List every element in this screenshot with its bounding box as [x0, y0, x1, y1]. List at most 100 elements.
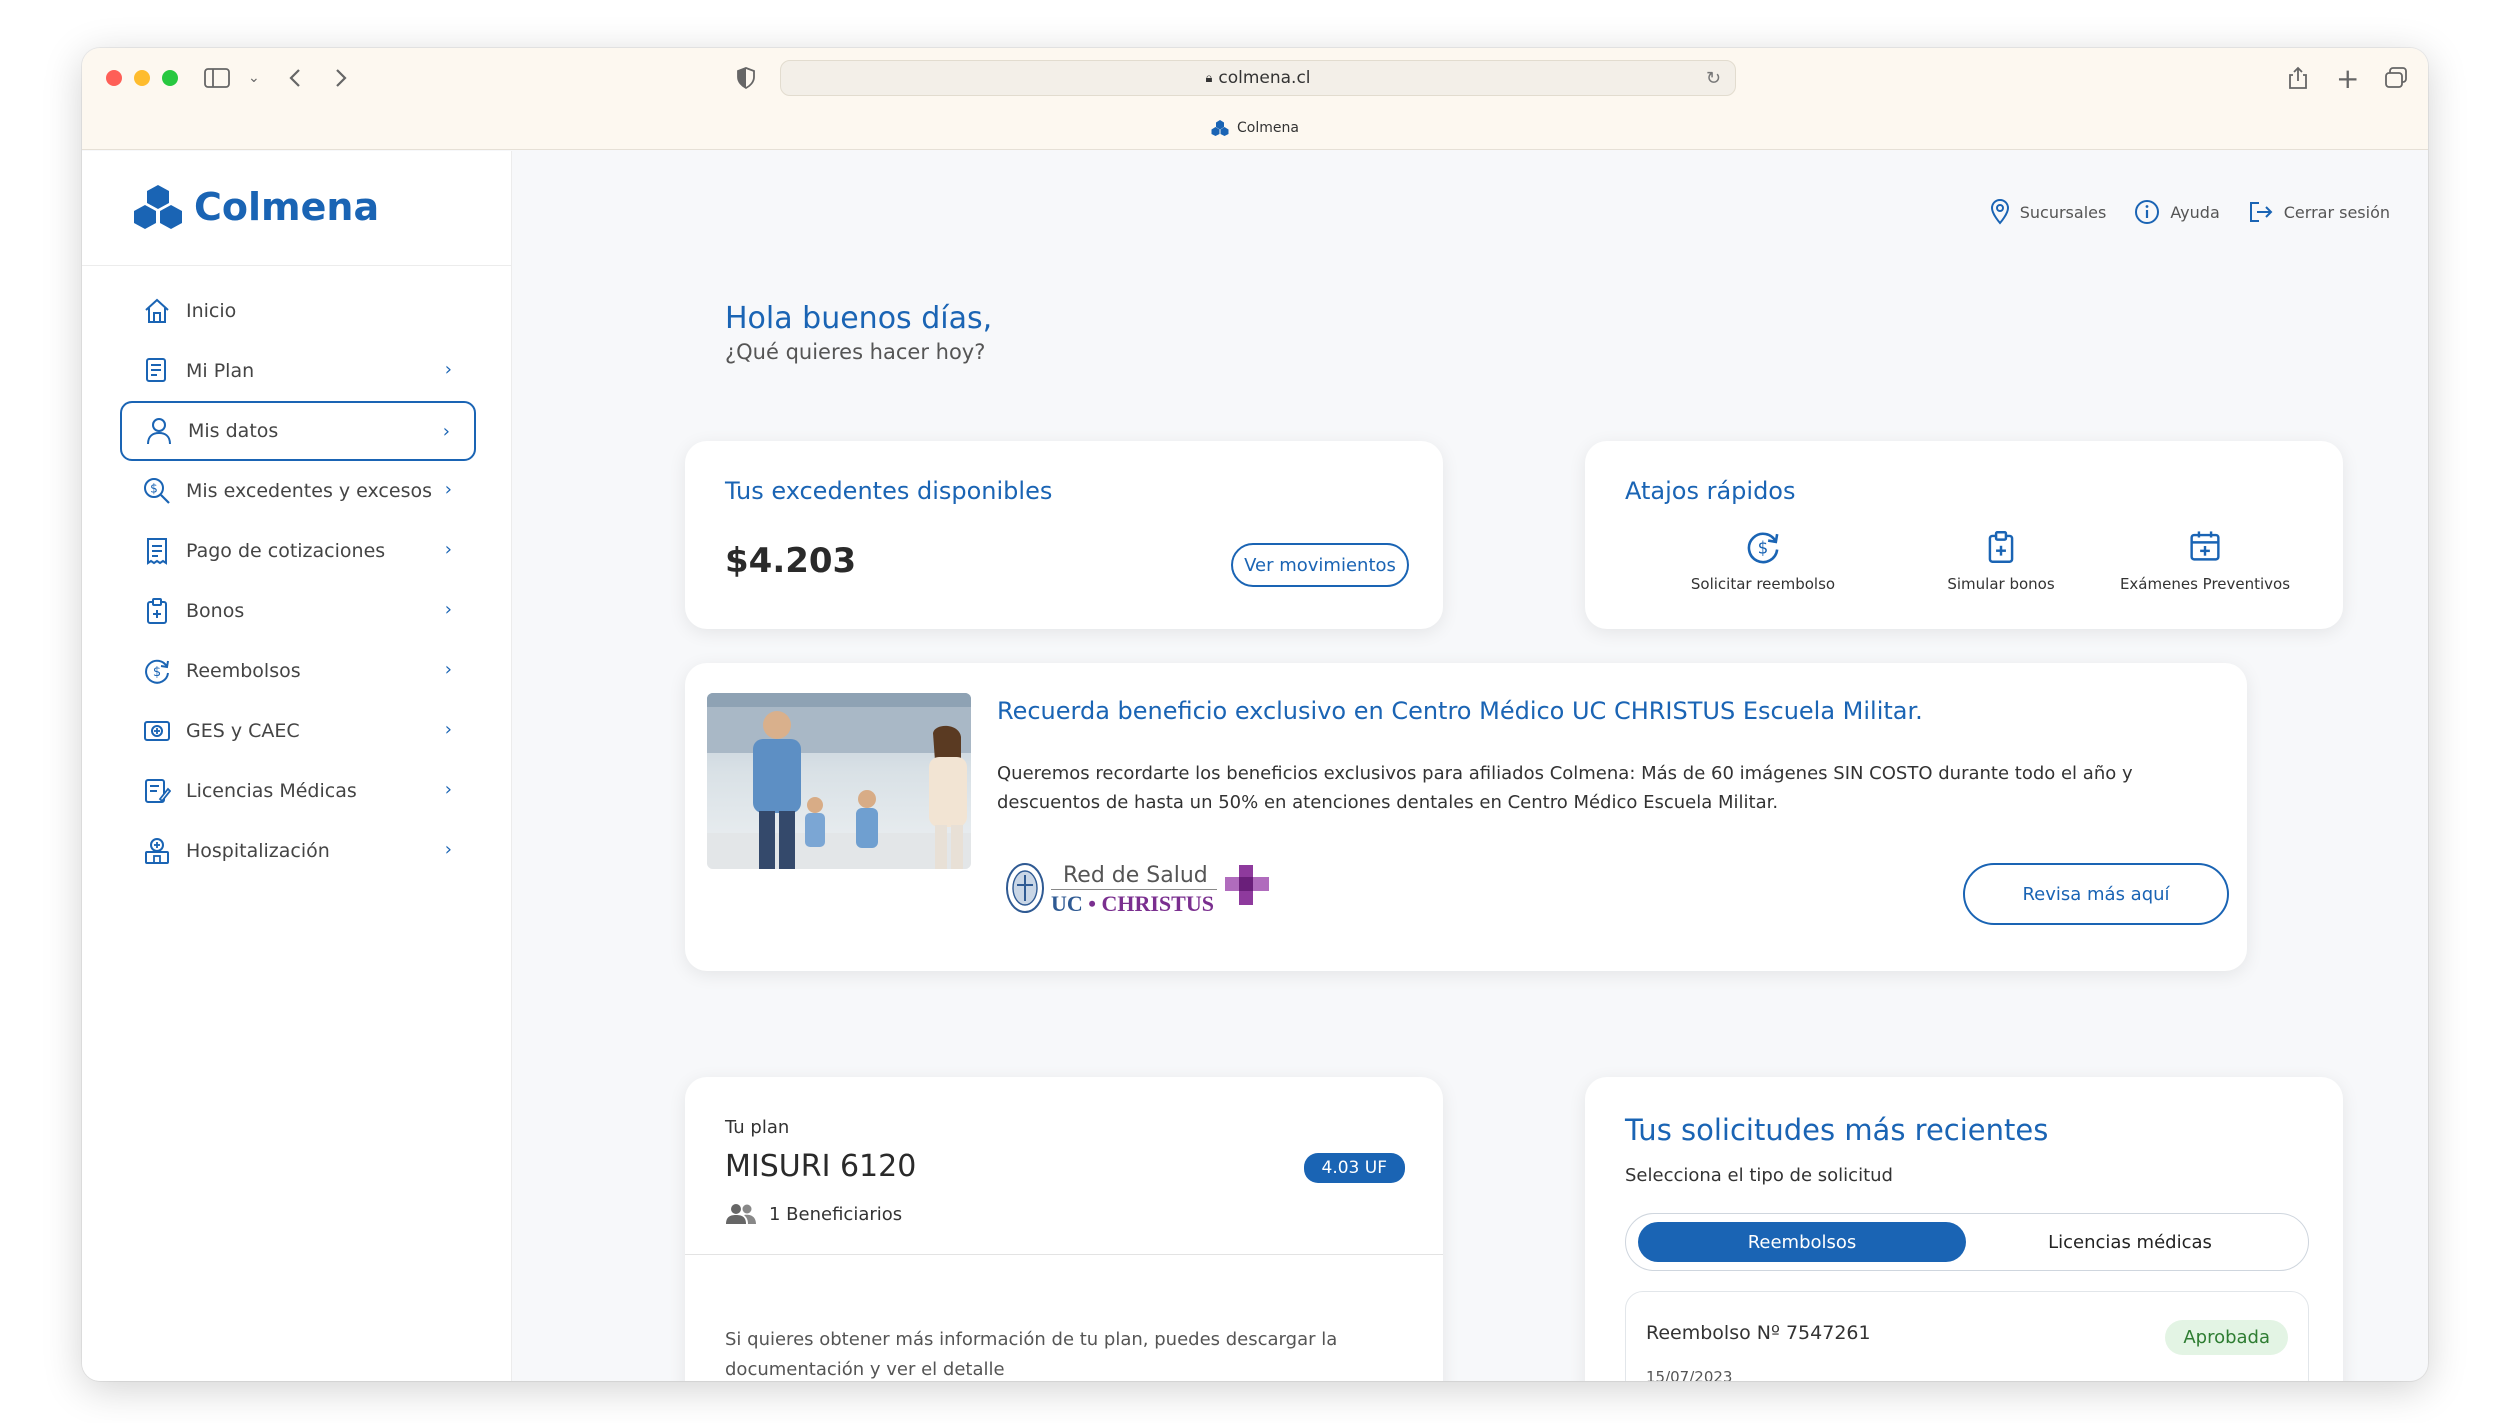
money-search-icon: $ [142, 476, 172, 506]
plan-card: Tu plan MISURI 6120 4.03 UF 1 Beneficiar… [685, 1077, 1443, 1381]
sidebar-item-excedentes[interactable]: $ Mis excedentes y excesos › [120, 461, 476, 521]
logo-uc: UC [1051, 891, 1083, 916]
cerrar-sesion-link[interactable]: Cerrar sesión [2248, 199, 2390, 225]
solicitudes-title: Tus solicitudes más recientes [1625, 1113, 2049, 1147]
ayuda-link[interactable]: Ayuda [2134, 199, 2220, 225]
shortcut-solicitar-reembolso[interactable]: $ Solicitar reembolso [1653, 529, 1873, 593]
new-tab-icon[interactable]: + [2336, 62, 2359, 95]
sidebar-item-label: Pago de cotizaciones [186, 540, 386, 562]
tab-title[interactable]: Colmena [82, 120, 2428, 136]
tab-title-label: Colmena [1237, 120, 1299, 136]
sidebar: Colmena Inicio Mi Plan › Mis datos › $ M… [82, 151, 512, 1381]
atajos-title: Atajos rápidos [1625, 477, 1796, 505]
sidebar-item-label: Mis excedentes y excesos [186, 480, 432, 502]
medical-card-icon [142, 716, 172, 746]
chevron-down-icon[interactable]: ⌄ [248, 62, 260, 94]
sidebar-item-mi-plan[interactable]: Mi Plan › [120, 341, 476, 401]
voucher-icon [142, 596, 172, 626]
sidebar-toggle-icon[interactable] [204, 62, 230, 94]
shortcut-examenes-preventivos[interactable]: Exámenes Preventivos [2095, 529, 2315, 593]
lock-icon: 🔒︎ [1205, 70, 1213, 86]
solicitudes-type-switch: Reembolsos Licencias médicas [1625, 1213, 2309, 1271]
back-icon[interactable] [288, 62, 302, 94]
forward-icon[interactable] [334, 62, 348, 94]
maximize-window-button[interactable] [162, 70, 178, 86]
shield-icon[interactable] [736, 62, 756, 94]
sidebar-item-ges-caec[interactable]: GES y CAEC › [120, 701, 476, 761]
sidebar-item-pago-cotizaciones[interactable]: Pago de cotizaciones › [120, 521, 476, 581]
chevron-right-icon: › [444, 599, 452, 620]
sidebar-divider [82, 265, 511, 266]
url-text: colmena.cl [1218, 68, 1311, 88]
promo-title: Recuerda beneficio exclusivo en Centro M… [997, 697, 1923, 725]
shortcut-label: Exámenes Preventivos [2119, 575, 2291, 593]
ayuda-label: Ayuda [2170, 202, 2220, 222]
logo-dot: • [1088, 891, 1096, 916]
sidebar-item-licencias[interactable]: Licencias Médicas › [120, 761, 476, 821]
share-icon[interactable] [2288, 62, 2308, 94]
shortcut-label: Solicitar reembolso [1690, 575, 1836, 593]
colmena-favicon-icon [1211, 120, 1229, 136]
tabs-overview-icon[interactable] [2384, 62, 2408, 94]
info-icon [2135, 200, 2160, 224]
header-links: Sucursales Ayuda Cerrar sesión [1990, 199, 2390, 225]
beneficiaries-label: 1 Beneficiarios [769, 1203, 903, 1225]
logo-christus: CHRISTUS [1101, 891, 1214, 916]
solicitudes-card: Tus solicitudes más recientes Selecciona… [1585, 1077, 2343, 1381]
address-bar[interactable]: 🔒︎ colmena.cl ↻ [780, 60, 1736, 96]
plan-beneficiaries[interactable]: 1 Beneficiarios [725, 1203, 902, 1225]
colmena-logo[interactable]: Colmena [132, 185, 379, 229]
main-content: Sucursales Ayuda Cerrar sesión Hola buen… [513, 151, 2428, 1381]
plan-label: Tu plan [725, 1117, 790, 1138]
sucursales-link[interactable]: Sucursales [1990, 199, 2106, 225]
promo-body: Queremos recordarte los beneficios exclu… [997, 763, 2133, 813]
shortcut-simular-bonos[interactable]: Simular bonos [1891, 529, 2111, 593]
minimize-window-button[interactable] [134, 70, 150, 86]
logo-red-de-salud: Red de Salud [1063, 863, 1208, 888]
sidebar-item-reembolsos[interactable]: $ Reembolsos › [120, 641, 476, 701]
logo-divider [1051, 889, 1217, 890]
window-controls [106, 70, 178, 86]
plan-info-text: Si quieres obtener más información de tu… [725, 1329, 1338, 1380]
ver-movimientos-button[interactable]: Ver movimientos [1231, 543, 1409, 587]
chevron-right-icon: › [444, 659, 452, 680]
excedentes-amount: $4.203 [725, 541, 857, 581]
voucher-icon [1891, 529, 2111, 565]
sidebar-item-inicio[interactable]: Inicio [120, 281, 476, 341]
chevron-right-icon: › [444, 779, 452, 800]
promo-card: Recuerda beneficio exclusivo en Centro M… [685, 663, 2247, 971]
reload-icon[interactable]: ↻ [1706, 68, 1721, 89]
calendar-medical-icon [2095, 529, 2315, 565]
solicitud-item[interactable]: Reembolso Nº 7547261 15/07/2023 Aprobada [1625, 1291, 2309, 1381]
status-badge: Aprobada [2165, 1320, 2288, 1355]
tab-reembolsos[interactable]: Reembolsos [1638, 1222, 1966, 1262]
solicitudes-subtitle: Selecciona el tipo de solicitud [1625, 1165, 1893, 1186]
atajos-card: Atajos rápidos $ Solicitar reembolso Sim… [1585, 441, 2343, 629]
revisa-mas-button[interactable]: Revisa más aquí [1963, 863, 2229, 925]
chevron-right-icon: › [444, 719, 452, 740]
sidebar-item-hospitalizacion[interactable]: Hospitalización › [120, 821, 476, 881]
refund-icon: $ [1653, 529, 1873, 565]
tab-licencias-medicas[interactable]: Licencias médicas [1966, 1222, 2294, 1262]
close-window-button[interactable] [106, 70, 122, 86]
medical-license-icon [142, 776, 172, 806]
refund-icon: $ [142, 656, 172, 686]
sidebar-item-mis-datos[interactable]: Mis datos › [120, 401, 476, 461]
shortcut-label: Simular bonos [1947, 575, 2055, 593]
colmena-logo-icon [134, 185, 182, 229]
solicitud-title: Reembolso Nº 7547261 [1646, 1322, 1871, 1344]
svg-text:$: $ [150, 482, 158, 496]
solicitud-date: 15/07/2023 [1646, 1368, 1733, 1381]
greeting: Hola buenos días, ¿Qué quieres hacer hoy… [725, 301, 992, 364]
sidebar-item-bonos[interactable]: Bonos › [120, 581, 476, 641]
hospital-icon [142, 836, 172, 866]
browser-toolbar: ⌄ 🔒︎ colmena.cl ↻ + Colmena [82, 48, 2428, 150]
plan-name: MISURI 6120 [725, 1149, 917, 1184]
chevron-right-icon: › [444, 479, 452, 500]
people-icon [726, 1204, 756, 1224]
sidebar-menu: Inicio Mi Plan › Mis datos › $ Mis exced… [120, 281, 476, 881]
home-icon [142, 296, 172, 326]
greeting-title: Hola buenos días, [725, 301, 993, 336]
christus-cross-icon [1225, 865, 1269, 905]
sidebar-item-label: Mi Plan [186, 360, 255, 382]
